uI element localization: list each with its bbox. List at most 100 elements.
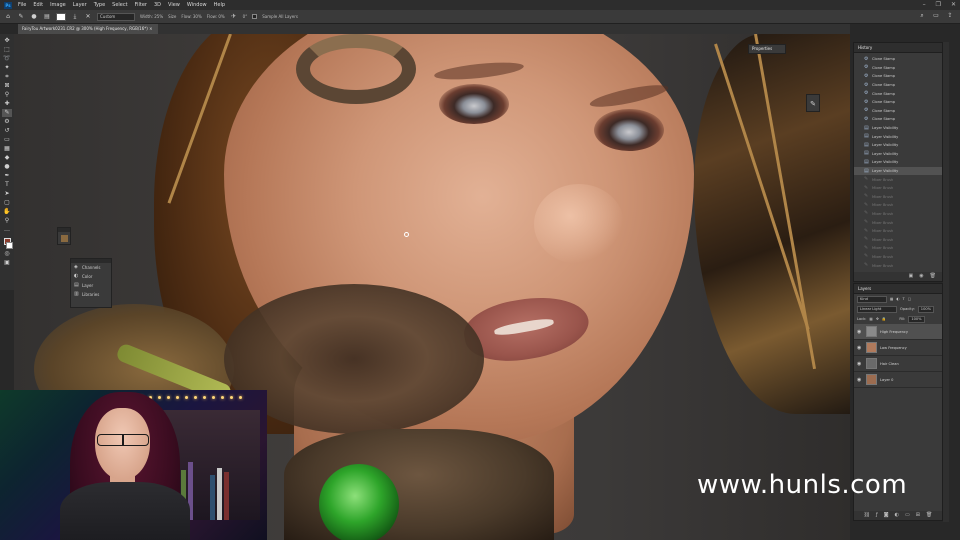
filter-adjust-icon[interactable]: ◐ — [896, 297, 899, 301]
color-panel-button[interactable]: ◐ Color — [71, 272, 111, 281]
layer-name[interactable]: Hair Clean — [880, 362, 899, 366]
history-item[interactable]: ⚙ Clone Stamp — [854, 98, 942, 107]
menu-3d[interactable]: 3D — [154, 2, 161, 8]
history-item[interactable]: ▤ Layer Visibility — [854, 124, 942, 133]
crop-tool-icon[interactable]: ⌗ — [2, 73, 12, 81]
workspace-icon[interactable]: ▭ — [932, 12, 940, 20]
history-item[interactable]: ✎ Mixer Brush — [854, 210, 942, 219]
preset-dropdown[interactable]: Custom — [97, 12, 135, 21]
more-tools-icon[interactable]: … — [2, 226, 12, 234]
healing-tool-icon[interactable]: ✚ — [2, 100, 12, 108]
history-item[interactable]: ⚙ Clone Stamp — [854, 72, 942, 81]
visibility-eye-icon[interactable]: ◉ — [857, 361, 863, 367]
lock-pixels-icon[interactable]: ▦ — [869, 317, 872, 321]
history-item[interactable]: ✎ Mixer Brush — [854, 201, 942, 210]
snapshot-icon[interactable]: ◉ — [919, 272, 923, 281]
sample-all-layers-checkbox[interactable] — [252, 14, 258, 19]
history-item[interactable]: ✎ Mixer Brush — [854, 218, 942, 227]
brush-preset-icon[interactable]: ● — [30, 13, 38, 21]
background-color-swatch[interactable] — [6, 242, 13, 249]
pen-tool-icon[interactable]: ✒ — [2, 172, 12, 180]
new-layer-icon[interactable]: ⊞ — [916, 511, 920, 520]
fill-input[interactable]: 100% — [908, 315, 925, 323]
history-item[interactable]: ✎ Mixer Brush — [854, 244, 942, 253]
layer-row[interactable]: ◉ Layer 0 — [854, 372, 942, 388]
shape-tool-icon[interactable]: ▢ — [2, 199, 12, 207]
blend-mode-dropdown[interactable]: Linear Light — [857, 305, 897, 313]
folder-icon[interactable]: ▭ — [905, 511, 910, 520]
new-document-from-state-icon[interactable]: ▣ — [909, 272, 914, 281]
lock-all-icon[interactable]: 🔒 — [882, 317, 886, 321]
libraries-panel-button[interactable]: ▥ Libraries — [71, 290, 111, 299]
menu-filter[interactable]: Filter — [135, 2, 147, 8]
link-icon[interactable]: ⛓ — [864, 511, 870, 520]
minimize-icon[interactable]: – — [923, 1, 926, 8]
filter-type-icon[interactable]: T — [903, 297, 905, 301]
visibility-eye-icon[interactable]: ◉ — [857, 345, 863, 351]
menu-edit[interactable]: Edit — [33, 2, 43, 8]
layers-tab[interactable]: Layers — [854, 284, 942, 294]
layer-row[interactable]: ◉ Low Frequency — [854, 340, 942, 356]
path-select-tool-icon[interactable]: ➤ — [2, 190, 12, 198]
airbrush-icon[interactable]: ✈ — [230, 13, 238, 21]
angle-label[interactable]: 0° — [243, 14, 248, 19]
history-item[interactable]: ⚙ Clone Stamp — [854, 55, 942, 64]
share-icon[interactable]: ⇪ — [946, 12, 954, 20]
layer-thumbnail[interactable] — [866, 358, 877, 369]
history-item[interactable]: ⚙ Clone Stamp — [854, 81, 942, 90]
mask-icon[interactable]: ◙ — [884, 511, 889, 520]
history-item[interactable]: ✎ Mixer Brush — [854, 235, 942, 244]
layer-thumbnail[interactable] — [866, 326, 877, 337]
dodge-tool-icon[interactable]: ● — [2, 163, 12, 171]
history-brush-tool-icon[interactable]: ↺ — [2, 127, 12, 135]
visibility-eye-icon[interactable]: ◉ — [857, 377, 863, 383]
blur-tool-icon[interactable]: ◆ — [2, 154, 12, 162]
kind-filter-dropdown[interactable]: Kind — [857, 295, 887, 303]
history-tab[interactable]: History — [854, 43, 942, 53]
history-item[interactable]: ▤ Layer Visibility — [854, 158, 942, 167]
history-item[interactable]: ▤ Layer Visibility — [854, 132, 942, 141]
history-item[interactable]: ✎ Mixer Brush — [854, 193, 942, 202]
layer-row[interactable]: ◉ Hair Clean — [854, 356, 942, 372]
clone-stamp-tool-icon[interactable]: ⚙ — [2, 118, 12, 126]
history-item[interactable]: ✎ Mixer Brush — [854, 184, 942, 193]
quick-mask-icon[interactable]: ◎ — [2, 250, 12, 258]
history-item[interactable]: ▤ Layer Visibility — [854, 166, 942, 176]
marquee-tool-icon[interactable]: ⬚ — [2, 46, 12, 54]
history-item[interactable]: ✎ Mixer Brush — [854, 227, 942, 236]
wet-label[interactable]: Width: 25% — [140, 14, 163, 19]
search-icon[interactable]: ⌕ — [918, 12, 926, 20]
flow-label[interactable]: Flow: 0% — [207, 14, 225, 19]
filter-shape-icon[interactable]: ▢ — [908, 297, 911, 301]
history-item[interactable]: ▤ Layer Visibility — [854, 150, 942, 159]
hand-tool-icon[interactable]: ✋ — [2, 208, 12, 216]
brush-settings-icon[interactable]: ▤ — [43, 13, 51, 21]
eraser-tool-icon[interactable]: ▭ — [2, 136, 12, 144]
brush-tool-icon[interactable]: ✎ — [2, 109, 12, 117]
quick-select-tool-icon[interactable]: ✦ — [2, 64, 12, 72]
menu-layer[interactable]: Layer — [73, 2, 87, 8]
history-item[interactable]: ✎ Mixer Brush — [854, 261, 942, 270]
menu-image[interactable]: Image — [50, 2, 66, 8]
layer-name[interactable]: Low Frequency — [880, 346, 907, 350]
menu-view[interactable]: View — [168, 2, 180, 8]
history-item[interactable]: ⚙ Clone Stamp — [854, 64, 942, 73]
mixer-brush-tool-icon[interactable]: ✎ — [17, 13, 25, 21]
menu-type[interactable]: Type — [94, 2, 105, 8]
restore-icon[interactable]: ❐ — [936, 1, 941, 8]
channels-panel-button[interactable]: ◈ Channels — [71, 263, 111, 272]
adjustment-icon[interactable]: ◐ — [895, 511, 899, 520]
move-tool-icon[interactable]: ✥ — [2, 37, 12, 45]
history-item[interactable]: ⚙ Clone Stamp — [854, 89, 942, 98]
layer-thumbnail[interactable] — [866, 374, 877, 385]
lasso-tool-icon[interactable]: ➰ — [2, 55, 12, 63]
layer-row[interactable]: ◉ High Frequency — [854, 324, 942, 340]
menu-window[interactable]: Window — [187, 2, 207, 8]
close-icon[interactable]: ✕ — [951, 1, 956, 8]
lock-position-icon[interactable]: ✥ — [876, 317, 879, 321]
mix-label[interactable]: Flow: 30% — [181, 14, 201, 19]
zoom-tool-icon[interactable]: ⚲ — [2, 217, 12, 225]
document-tab[interactable]: FairyTou Artwork0231.CR2 @ 300% (High Fr… — [18, 24, 158, 34]
load-brush-icon[interactable]: ⤓ — [71, 13, 79, 21]
brush-settings-float-icon[interactable]: ✎ — [806, 94, 820, 112]
